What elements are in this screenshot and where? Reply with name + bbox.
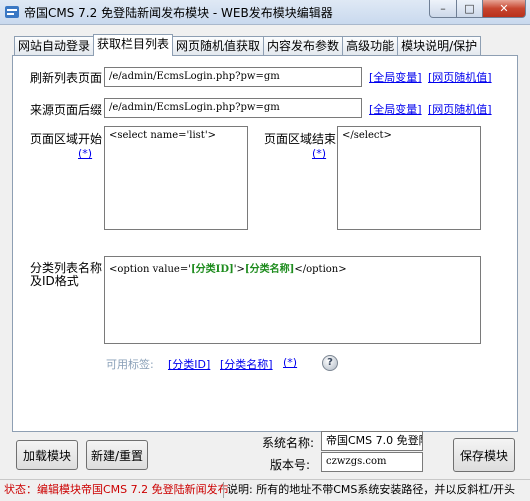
tab-auto-login[interactable]: 网站自动登录 xyxy=(14,36,95,55)
region-end-textarea[interactable]: </select> xyxy=(337,126,481,230)
editor-window: 帝国CMS 7.2 免登陆新闻发布模块 - WEB发布模块编辑器 – □ ✕ 网… xyxy=(0,0,530,501)
tab-advanced[interactable]: 高级功能 xyxy=(342,36,399,55)
source-suffix-label: 来源页面后缀 xyxy=(30,103,103,117)
system-name-label: 系统名称: xyxy=(262,436,315,450)
window-controls: – □ ✕ xyxy=(429,0,526,18)
refresh-list-input[interactable]: /e/admin/EcmsLogin.php?pw=gm xyxy=(104,67,362,87)
tag-required-link[interactable]: (*) xyxy=(283,356,297,369)
tab-publish-params[interactable]: 内容发布参数 xyxy=(263,36,344,55)
status-right-text: 说明: 所有的地址不带CMS系统安装路径，并以反斜杠/开头 xyxy=(227,483,516,496)
region-end-required-link[interactable]: (*) xyxy=(312,147,326,160)
window-title: 帝国CMS 7.2 免登陆新闻发布模块 - WEB发布模块编辑器 xyxy=(24,6,333,20)
status-bar: 状态：编辑模块帝国CMS 7.2 免登陆新闻发布 说明: 所有的地址不带CMS系… xyxy=(0,479,530,501)
tab-category-list[interactable]: 获取栏目列表 xyxy=(93,34,174,56)
tab-module-info[interactable]: 模块说明/保护 xyxy=(397,36,482,55)
app-icon xyxy=(5,6,19,18)
minimize-icon: – xyxy=(440,2,446,15)
help-icon[interactable]: ? xyxy=(322,355,338,371)
category-format-suffix: </option> xyxy=(294,264,347,275)
category-format-prefix: <option value=' xyxy=(109,264,191,275)
system-name-input[interactable]: 帝国CMS 7.0 免登陆 xyxy=(321,431,423,451)
close-icon: ✕ xyxy=(499,2,509,15)
tab-random-value[interactable]: 网页随机值获取 xyxy=(172,36,265,55)
source-suffix-input[interactable]: /e/admin/EcmsLogin.php?pw=gm xyxy=(104,98,362,118)
version-label: 版本号: xyxy=(270,458,311,472)
maximize-icon: □ xyxy=(464,2,475,15)
category-format-textarea[interactable]: <option value='[分类ID]'>[分类名称]</option> xyxy=(104,256,481,344)
random-value-link-2[interactable]: [网页随机值] xyxy=(428,101,492,117)
tag-category-name-link[interactable]: [分类名称] xyxy=(220,356,273,372)
category-format-id-tag: [分类ID] xyxy=(190,264,234,275)
title-bar: 帝国CMS 7.2 免登陆新闻发布模块 - WEB发布模块编辑器 – □ ✕ xyxy=(0,0,530,25)
status-left-text: 状态：编辑模块帝国CMS 7.2 免登陆新闻发布 xyxy=(4,483,229,496)
region-start-required-link[interactable]: (*) xyxy=(78,147,92,160)
available-tags-label: 可用标签: xyxy=(106,358,154,371)
global-variable-link[interactable]: [全局变量] xyxy=(369,69,422,85)
global-variable-link-2[interactable]: [全局变量] xyxy=(369,101,422,117)
region-start-label: 页面区域开始 xyxy=(30,132,103,146)
region-end-label: 页面区域结束 xyxy=(264,132,337,146)
version-input[interactable]: czwzgs.com xyxy=(321,452,423,472)
category-format-name-tag: [分类名称] xyxy=(244,264,295,275)
random-value-link[interactable]: [网页随机值] xyxy=(428,69,492,85)
save-module-button[interactable]: 保存模块 xyxy=(453,438,515,472)
category-format-label-2: 及ID格式 xyxy=(30,274,79,288)
category-format-mid: '> xyxy=(233,264,245,275)
status-separator xyxy=(223,482,224,498)
new-reset-button[interactable]: 新建/重置 xyxy=(86,440,148,470)
region-start-textarea[interactable]: <select name='list'> xyxy=(104,126,248,230)
load-module-button[interactable]: 加载模块 xyxy=(16,440,78,470)
tab-bar: 网站自动登录 获取栏目列表 网页随机值获取 内容发布参数 高级功能 模块说明/保… xyxy=(14,34,482,56)
close-button[interactable]: ✕ xyxy=(483,0,526,18)
tag-category-id-link[interactable]: [分类ID] xyxy=(168,356,210,372)
maximize-button[interactable]: □ xyxy=(457,0,483,18)
minimize-button[interactable]: – xyxy=(429,0,457,18)
refresh-list-label: 刷新列表页面 xyxy=(30,71,103,85)
